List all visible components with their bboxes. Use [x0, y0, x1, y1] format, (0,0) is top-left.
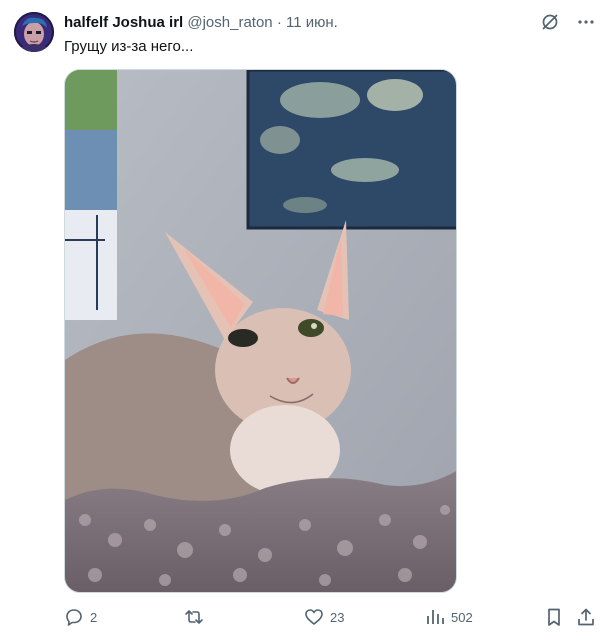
header-actions: [540, 12, 596, 32]
share-button[interactable]: [576, 605, 596, 629]
share-icon: [578, 608, 594, 626]
bookmark-button[interactable]: [544, 605, 564, 629]
tweet-card[interactable]: halfelf Joshua irl @josh_raton · 11 июн.…: [0, 0, 610, 640]
header-separator: ·: [276, 14, 282, 31]
tweet-date[interactable]: 11 июн.: [286, 14, 338, 31]
cat-photo: [65, 70, 456, 592]
grok-icon[interactable]: [540, 12, 560, 32]
tweet-actions-bar: 2 23 502: [64, 605, 600, 629]
like-count: 23: [330, 609, 345, 625]
author-display-name[interactable]: halfelf Joshua irl: [64, 14, 183, 31]
reply-icon: [66, 609, 82, 626]
heart-icon: [305, 609, 323, 625]
reply-count: 2: [90, 609, 98, 625]
author-handle[interactable]: @josh_raton: [187, 14, 272, 31]
tweet-header: halfelf Joshua irl @josh_raton · 11 июн.: [64, 13, 338, 33]
tweet-photo[interactable]: [64, 69, 457, 593]
retweet-button[interactable]: [184, 605, 210, 629]
avatar[interactable]: [14, 12, 54, 52]
views-button[interactable]: 502: [425, 605, 473, 629]
tweet-text: Грущу из-за него...: [64, 38, 194, 55]
view-count: 502: [451, 609, 473, 625]
bookmark-icon: [548, 608, 560, 626]
views-icon: [427, 610, 444, 624]
retweet-icon: [185, 610, 203, 624]
more-icon[interactable]: [576, 12, 596, 32]
like-button[interactable]: 23: [304, 605, 344, 629]
reply-button[interactable]: 2: [64, 605, 97, 629]
